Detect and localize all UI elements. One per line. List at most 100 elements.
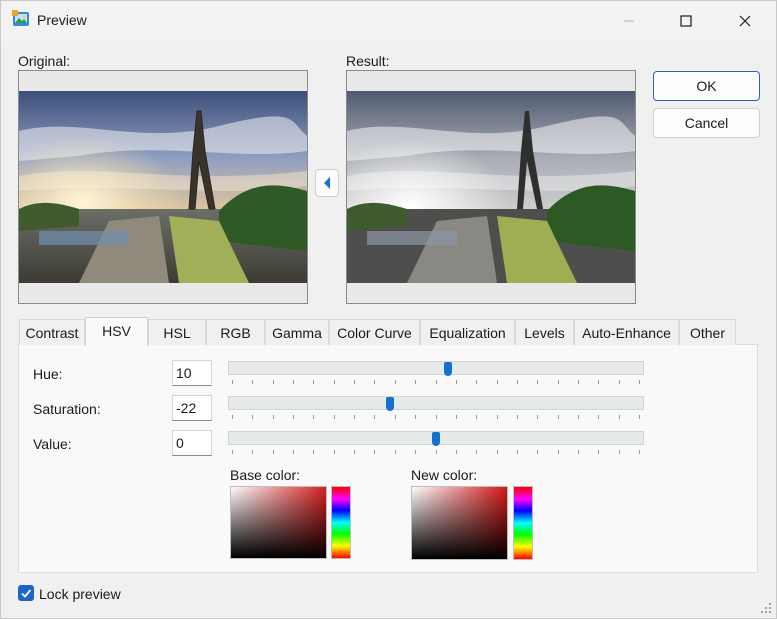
slider-tick xyxy=(517,380,518,384)
slider-tick xyxy=(456,380,457,384)
slider-tick xyxy=(415,415,416,419)
tab-hsv[interactable]: HSV xyxy=(85,317,148,346)
preview-app-icon xyxy=(12,10,29,26)
value-slider-thumb[interactable] xyxy=(432,432,440,446)
slider-tick xyxy=(293,415,294,419)
slider-tick xyxy=(252,380,253,384)
slider-tick xyxy=(354,415,355,419)
slider-tick xyxy=(252,415,253,419)
slider-tick xyxy=(293,450,294,454)
slider-tick xyxy=(415,450,416,454)
slider-tick xyxy=(578,450,579,454)
resize-grip-icon[interactable] xyxy=(759,601,773,615)
slider-tick xyxy=(619,380,620,384)
slider-tick xyxy=(537,380,538,384)
slider-tick xyxy=(273,450,274,454)
minimize-icon xyxy=(624,20,634,22)
slider-tick xyxy=(232,450,233,454)
slider-tick xyxy=(232,380,233,384)
slider-tick xyxy=(476,450,477,454)
tab-other[interactable]: Other xyxy=(679,319,736,345)
slider-tick xyxy=(273,380,274,384)
original-preview xyxy=(18,70,308,304)
saturation-slider-ticks xyxy=(232,415,640,419)
minimize-button[interactable] xyxy=(606,1,652,41)
tab-contrast[interactable]: Contrast xyxy=(19,319,85,345)
slider-tick xyxy=(334,415,335,419)
slider-tick xyxy=(476,415,477,419)
original-label: Original: xyxy=(18,53,71,69)
saturation-slider[interactable] xyxy=(228,396,644,411)
lock-preview-label[interactable]: Lock preview xyxy=(39,586,121,602)
hsv-panel xyxy=(18,344,758,573)
slider-tick xyxy=(436,415,437,419)
slider-tick xyxy=(476,380,477,384)
slider-tick xyxy=(558,415,559,419)
slider-tick xyxy=(598,450,599,454)
slider-tick xyxy=(313,415,314,419)
copy-result-button[interactable] xyxy=(315,169,339,197)
slider-tick xyxy=(374,380,375,384)
base-color-label: Base color: xyxy=(230,467,301,483)
window-title: Preview xyxy=(37,12,87,28)
new-color-box[interactable] xyxy=(411,486,508,560)
base-color-box[interactable] xyxy=(230,486,327,559)
hue-input[interactable]: 10 xyxy=(172,360,212,386)
preview-dialog: Preview Original: Result: OK Cancel Cont… xyxy=(0,0,777,619)
tab-auto-enhance[interactable]: Auto-Enhance xyxy=(574,319,679,345)
slider-tick xyxy=(517,415,518,419)
slider-tick xyxy=(415,380,416,384)
slider-tick xyxy=(517,450,518,454)
tab-equalization[interactable]: Equalization xyxy=(420,319,515,345)
slider-tick xyxy=(293,380,294,384)
slider-tick xyxy=(619,415,620,419)
tab-color-curve[interactable]: Color Curve xyxy=(329,319,420,345)
slider-tick xyxy=(497,415,498,419)
slider-tick xyxy=(537,415,538,419)
hue-slider[interactable] xyxy=(228,361,644,376)
value-slider[interactable] xyxy=(228,431,644,446)
original-image xyxy=(19,91,307,283)
tab-hsl[interactable]: HSL xyxy=(148,319,206,345)
slider-tick xyxy=(334,380,335,384)
maximize-button[interactable] xyxy=(663,1,709,41)
close-icon xyxy=(739,15,751,27)
slider-tick xyxy=(273,415,274,419)
slider-tick xyxy=(436,380,437,384)
value-input[interactable]: 0 xyxy=(172,430,212,456)
tab-gamma[interactable]: Gamma xyxy=(265,319,329,345)
new-color-label: New color: xyxy=(411,467,478,483)
slider-tick xyxy=(619,450,620,454)
slider-tick xyxy=(395,380,396,384)
slider-tick xyxy=(436,450,437,454)
checkmark-icon xyxy=(21,589,32,598)
close-button[interactable] xyxy=(722,1,768,41)
slider-tick xyxy=(598,415,599,419)
slider-tick xyxy=(639,415,640,419)
slider-tick xyxy=(334,450,335,454)
tab-levels[interactable]: Levels xyxy=(515,319,574,345)
saturation-label: Saturation: xyxy=(33,401,101,417)
result-label: Result: xyxy=(346,53,390,69)
hue-slider-ticks xyxy=(232,380,640,384)
slider-tick xyxy=(639,380,640,384)
base-hue-strip[interactable] xyxy=(331,486,351,559)
slider-tick xyxy=(558,450,559,454)
new-hue-strip[interactable] xyxy=(513,486,533,560)
saturation-slider-thumb[interactable] xyxy=(386,397,394,411)
slider-tick xyxy=(558,380,559,384)
tab-rgb[interactable]: RGB xyxy=(206,319,265,345)
slider-tick xyxy=(578,380,579,384)
lock-preview-checkbox[interactable] xyxy=(18,585,34,601)
slider-tick xyxy=(639,450,640,454)
slider-tick xyxy=(497,380,498,384)
cancel-button[interactable]: Cancel xyxy=(653,108,760,138)
slider-tick xyxy=(395,450,396,454)
hue-slider-thumb[interactable] xyxy=(444,362,452,376)
slider-tick xyxy=(578,415,579,419)
slider-tick xyxy=(232,415,233,419)
slider-tick xyxy=(354,380,355,384)
slider-tick xyxy=(313,450,314,454)
saturation-input[interactable]: -22 xyxy=(172,395,212,421)
ok-button[interactable]: OK xyxy=(653,71,760,101)
